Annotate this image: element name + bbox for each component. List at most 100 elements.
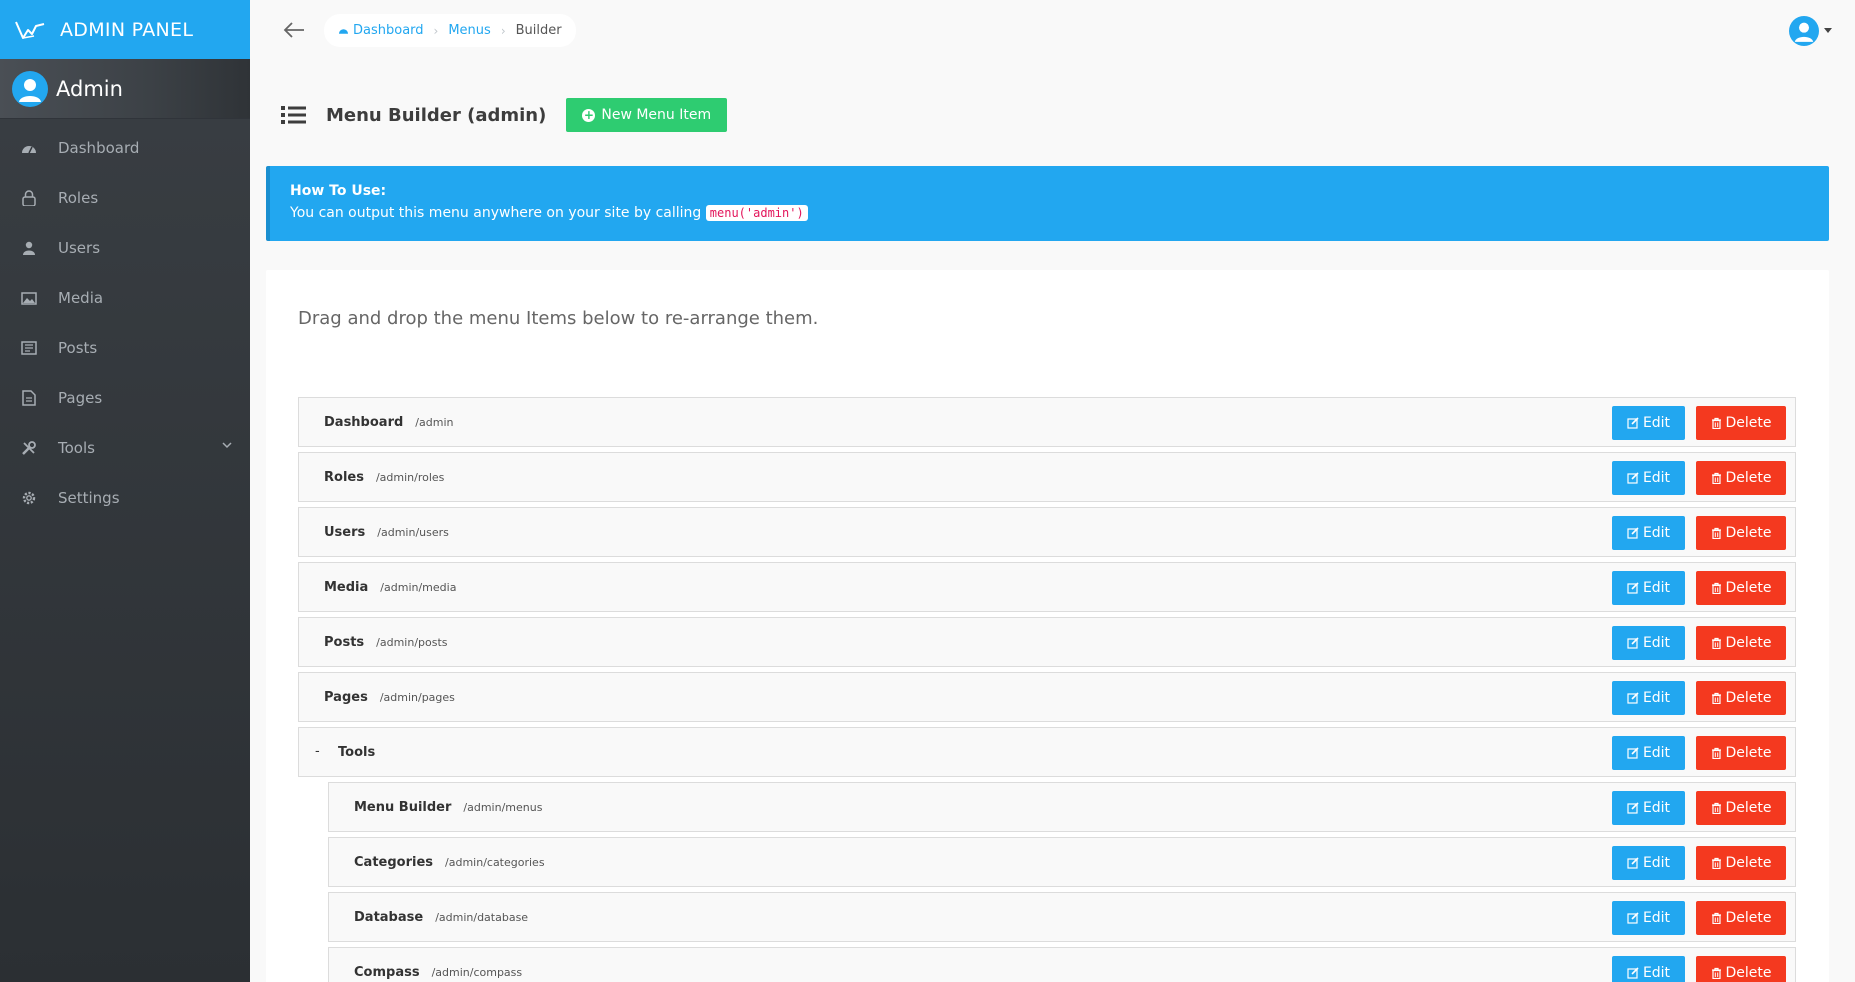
breadcrumb: Dashboard › Menus › Builder — [324, 14, 576, 47]
row-actions: Edit Delete — [1612, 846, 1786, 880]
breadcrumb-builder: Builder — [515, 23, 562, 38]
menu-item-url: /admin/pages — [379, 690, 455, 704]
delete-button[interactable]: Delete — [1696, 571, 1786, 605]
menu-item-row[interactable]: Media/admin/media Edit Delete — [298, 562, 1796, 612]
edit-icon — [1627, 527, 1639, 539]
menu-item-row[interactable]: Pages/admin/pages Edit Delete — [298, 672, 1796, 722]
menu-item-title: Posts — [324, 634, 365, 650]
edit-button[interactable]: Edit — [1612, 791, 1685, 825]
delete-button[interactable]: Delete — [1696, 406, 1786, 440]
menu-item-url: /admin/compass — [431, 965, 523, 979]
sidebar-item-tools[interactable]: Tools — [0, 423, 250, 473]
brand-header[interactable]: ADMIN PANEL — [0, 0, 250, 59]
edit-button[interactable]: Edit — [1612, 626, 1685, 660]
menu-item-title: Menu Builder — [354, 799, 452, 815]
row-actions: Edit Delete — [1612, 681, 1786, 715]
menu-items-list: Dashboard/admin Edit Delete Roles/admin/rol… — [298, 397, 1796, 982]
menu-item-row[interactable]: Database/admin/database Edit Delete — [328, 892, 1796, 942]
menu-item-row[interactable]: Categories/admin/categories Edit Delete — [328, 837, 1796, 887]
delete-button[interactable]: Delete — [1696, 736, 1786, 770]
menu-item-row[interactable]: Menu Builder/admin/menus Edit Delete — [328, 782, 1796, 832]
sidebar-item-dashboard[interactable]: Dashboard — [0, 123, 250, 173]
edit-button[interactable]: Edit — [1612, 516, 1685, 550]
edit-button[interactable]: Edit — [1612, 681, 1685, 715]
menu-item-url: /admin/media — [380, 580, 457, 594]
chevron-down-icon — [222, 442, 232, 449]
sidebar-item-users[interactable]: Users — [0, 223, 250, 273]
alert-title: How To Use: — [290, 183, 387, 199]
trash-icon — [1711, 802, 1721, 814]
delete-button[interactable]: Delete — [1696, 901, 1786, 935]
brand-title: ADMIN PANEL — [60, 18, 194, 41]
lock-icon — [20, 189, 38, 207]
sidebar-item-media[interactable]: Media — [0, 273, 250, 323]
breadcrumb-dashboard[interactable]: Dashboard — [338, 23, 424, 38]
trash-icon — [1711, 747, 1721, 759]
edit-icon — [1627, 417, 1639, 429]
new-menu-item-button[interactable]: + New Menu Item — [566, 98, 728, 132]
menu-item-row[interactable]: - Tools Edit Delete — [298, 727, 1796, 777]
menu-item-title: Media — [324, 579, 369, 595]
avatar — [12, 70, 48, 107]
back-arrow-icon[interactable] — [282, 20, 306, 40]
delete-button[interactable]: Delete — [1696, 846, 1786, 880]
trash-icon — [1711, 692, 1721, 704]
dashboard-icon — [20, 139, 38, 157]
trash-icon — [1711, 472, 1721, 484]
edit-button[interactable]: Edit — [1612, 736, 1685, 770]
edit-button[interactable]: Edit — [1612, 846, 1685, 880]
sidebar-item-pages[interactable]: Pages — [0, 373, 250, 423]
edit-icon — [1627, 582, 1639, 594]
edit-button[interactable]: Edit — [1612, 406, 1685, 440]
dashboard-icon — [339, 29, 348, 34]
user-avatar-icon — [1794, 22, 1814, 42]
delete-button[interactable]: Delete — [1696, 681, 1786, 715]
user-menu-avatar[interactable] — [1789, 16, 1819, 46]
sidebar-profile[interactable]: Admin — [0, 59, 250, 119]
menu-item-row[interactable]: Roles/admin/roles Edit Delete — [298, 452, 1796, 502]
trash-icon — [1711, 967, 1721, 979]
delete-button[interactable]: Delete — [1696, 791, 1786, 825]
menu-item-title: Dashboard — [324, 414, 404, 430]
delete-button[interactable]: Delete — [1696, 956, 1786, 982]
edit-icon — [1627, 637, 1639, 649]
breadcrumb-separator: › — [433, 23, 439, 38]
menu-item-title: Compass — [354, 964, 420, 980]
edit-icon — [1627, 912, 1639, 924]
row-actions: Edit Delete — [1612, 791, 1786, 825]
plus-circle-icon: + — [582, 108, 596, 122]
news-icon — [20, 339, 38, 357]
panel-lead: Drag and drop the menu Items below to re… — [298, 308, 819, 329]
menu-item-title: Database — [354, 909, 424, 925]
menu-builder-panel: Drag and drop the menu Items below to re… — [266, 270, 1829, 982]
collapse-toggle[interactable]: - — [315, 744, 320, 759]
menu-item-url: /admin/menus — [463, 800, 543, 814]
delete-button[interactable]: Delete — [1696, 626, 1786, 660]
menu-item-title: Users — [324, 524, 366, 540]
menu-item-title: Roles — [324, 469, 364, 485]
image-icon — [20, 289, 38, 307]
menu-item-row[interactable]: Compass/admin/compass Edit Delete — [328, 947, 1796, 982]
menu-item-row[interactable]: Dashboard/admin Edit Delete — [298, 397, 1796, 447]
breadcrumb-menus[interactable]: Menus — [448, 23, 490, 38]
menu-item-title: Pages — [324, 689, 368, 705]
caret-down-icon[interactable] — [1824, 28, 1832, 34]
edit-button[interactable]: Edit — [1612, 461, 1685, 495]
sidebar-item-roles[interactable]: Roles — [0, 173, 250, 223]
delete-button[interactable]: Delete — [1696, 516, 1786, 550]
menu-item-url: /admin/users — [377, 525, 449, 539]
delete-button[interactable]: Delete — [1696, 461, 1786, 495]
sidebar-item-settings[interactable]: Settings — [0, 473, 250, 523]
edit-button[interactable]: Edit — [1612, 571, 1685, 605]
menu-item-row[interactable]: Posts/admin/posts Edit Delete — [298, 617, 1796, 667]
alert-code: menu('admin') — [705, 205, 808, 221]
sidebar-item-posts[interactable]: Posts — [0, 323, 250, 373]
trash-icon — [1711, 582, 1721, 594]
edit-button[interactable]: Edit — [1612, 901, 1685, 935]
edit-button[interactable]: Edit — [1612, 956, 1685, 982]
menu-item-row[interactable]: Users/admin/users Edit Delete — [298, 507, 1796, 557]
sidebar-nav: Dashboard Roles Users Media Posts Pages … — [0, 123, 250, 523]
how-to-use-alert: How To Use: You can output this menu any… — [266, 166, 1829, 241]
sidebar-item-label: Settings — [58, 489, 120, 507]
page-header: Menu Builder (admin) + New Menu Item — [280, 98, 728, 132]
